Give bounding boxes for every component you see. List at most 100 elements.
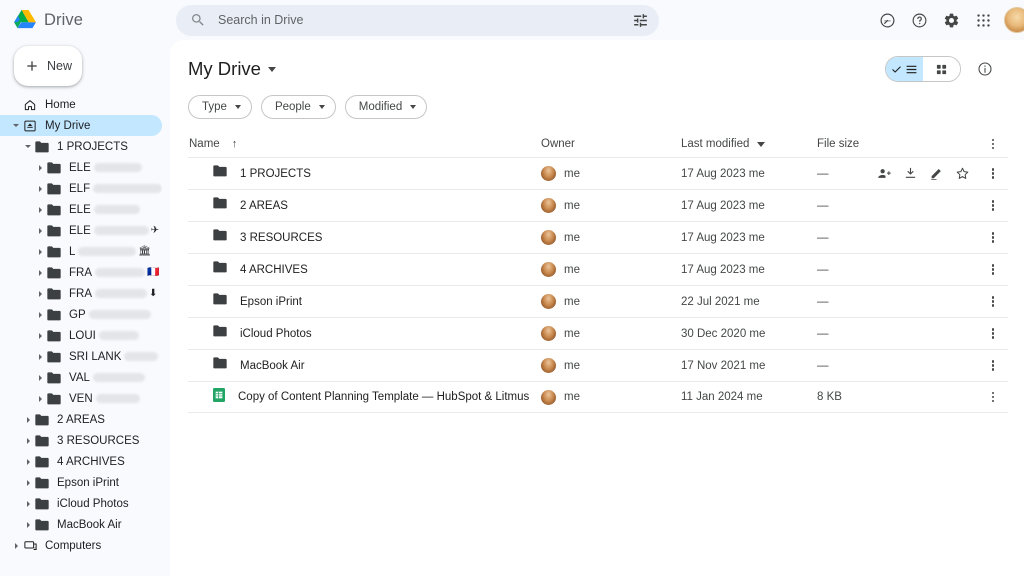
search-input[interactable] [206, 13, 627, 27]
chevron-right-icon[interactable] [34, 227, 46, 234]
table-row[interactable]: 1 PROJECTS me 17 Aug 2023 me — [188, 157, 1008, 189]
chevron-right-icon[interactable] [34, 395, 46, 402]
sidebar-item-loui[interactable]: LOUI [0, 325, 162, 346]
cell-last-modified: 11 Jan 2024 me [681, 391, 763, 403]
chevron-right-icon[interactable] [34, 185, 46, 192]
cell-file-size: — [817, 359, 829, 372]
table-row[interactable]: 3 RESOURCES me 17 Aug 2023 me — [188, 221, 1008, 253]
list-view-button[interactable] [886, 57, 923, 81]
rename-pencil-button[interactable] [924, 162, 948, 186]
sidebar-item-ven[interactable]: VEN [0, 388, 162, 409]
sidebar-item-val[interactable]: VAL [0, 367, 162, 388]
row-more-options-button[interactable] [982, 227, 1004, 249]
help-icon-button[interactable] [904, 5, 934, 35]
sidebar-item-home[interactable]: Home [0, 94, 162, 115]
sidebar-item-label: ELF [69, 182, 90, 195]
settings-gear-icon-button[interactable] [936, 5, 966, 35]
new-button[interactable]: New [14, 46, 82, 86]
cell-actions [978, 259, 1008, 281]
download-button[interactable] [898, 162, 922, 186]
row-more-options-button[interactable] [982, 355, 1004, 377]
sidebar-item-3-resources[interactable]: 3 RESOURCES [0, 430, 162, 451]
activity-icon-button[interactable] [872, 5, 902, 35]
chevron-down-icon[interactable] [10, 124, 22, 127]
column-header-options[interactable] [978, 138, 1008, 150]
table-row[interactable]: Epson iPrint me 22 Jul 2021 me — [188, 285, 1008, 317]
filter-people[interactable]: People [260, 95, 336, 119]
chevron-right-icon[interactable] [34, 332, 46, 339]
sidebar-item-sri-lank[interactable]: SRI LANK [0, 346, 162, 367]
row-more-options-button[interactable] [982, 386, 1004, 408]
chevron-right-icon[interactable] [34, 311, 46, 318]
chevron-right-icon[interactable] [34, 374, 46, 381]
folder-icon [47, 392, 61, 404]
grid-view-button[interactable] [923, 57, 960, 81]
sidebar-item-l[interactable]: L 🏛 [0, 241, 162, 262]
drive-brand[interactable]: Drive [0, 10, 170, 30]
row-more-options-button[interactable] [982, 323, 1004, 345]
more-options-icon [991, 264, 995, 275]
folder-icon [213, 357, 227, 369]
sidebar-item-icloud-photos[interactable]: iCloud Photos [0, 493, 162, 514]
apps-grid-icon-button[interactable] [968, 5, 998, 35]
filter-type[interactable]: Type [188, 95, 252, 119]
chevron-right-icon[interactable] [34, 206, 46, 213]
table-row[interactable]: Copy of Content Planning Template — HubS… [188, 381, 1008, 413]
share-button[interactable] [872, 162, 896, 186]
chevron-right-icon[interactable] [34, 269, 46, 276]
more-options-icon [991, 168, 995, 179]
sidebar-item-ele[interactable]: ELE [0, 157, 162, 178]
chevron-right-icon[interactable] [34, 353, 46, 360]
sort-ascending-icon: ↑ [231, 137, 238, 150]
page-title[interactable]: My Drive [188, 58, 276, 80]
search-bar[interactable] [176, 4, 659, 36]
chevron-right-icon[interactable] [22, 458, 34, 465]
chevron-right-icon[interactable] [10, 542, 22, 549]
sidebar-item-label: 1 PROJECTS [57, 140, 128, 153]
sidebar-item-my-drive[interactable]: My Drive [0, 115, 162, 136]
column-header-file-size[interactable]: File size [817, 138, 978, 150]
sidebar-item-4-archives[interactable]: 4 ARCHIVES [0, 451, 162, 472]
sidebar-item-2-areas[interactable]: 2 AREAS [0, 409, 162, 430]
row-more-options-button[interactable] [982, 163, 1004, 185]
column-header-owner[interactable]: Owner [541, 138, 681, 150]
chevron-right-icon[interactable] [22, 437, 34, 444]
row-more-options-button[interactable] [982, 259, 1004, 281]
account-avatar[interactable] [1004, 7, 1024, 33]
sidebar-item-ele[interactable]: ELE ✈ [0, 220, 162, 241]
activity-icon [880, 13, 894, 27]
chevron-right-icon[interactable] [34, 164, 46, 171]
sidebar-item-fra[interactable]: FRA 🇫🇷 [0, 262, 162, 283]
row-more-options-button[interactable] [982, 195, 1004, 217]
chevron-right-icon[interactable] [22, 479, 34, 486]
table-row[interactable]: iCloud Photos me 30 Dec 2020 me — [188, 317, 1008, 349]
sidebar-item-macbook-air[interactable]: MacBook Air [0, 514, 162, 535]
table-row[interactable]: 4 ARCHIVES me 17 Aug 2023 me — [188, 253, 1008, 285]
column-header-name[interactable]: Name ↑ [188, 138, 541, 150]
filter-modified[interactable]: Modified [344, 95, 428, 119]
sidebar-item-gp[interactable]: GP [0, 304, 162, 325]
owner-avatar [541, 166, 556, 181]
sidebar-item-epson-iprint[interactable]: Epson iPrint [0, 472, 162, 493]
chevron-right-icon[interactable] [22, 521, 34, 528]
chevron-right-icon[interactable] [34, 248, 46, 255]
sidebar-item-elf[interactable]: ELF [0, 178, 162, 199]
chevron-right-icon[interactable] [22, 500, 34, 507]
sidebar-item-ele[interactable]: ELE [0, 199, 162, 220]
row-more-options-button[interactable] [982, 291, 1004, 313]
star-button[interactable] [950, 162, 974, 186]
cell-owner: me [541, 262, 681, 277]
sidebar-item-1-projects[interactable]: 1 PROJECTS [0, 136, 162, 157]
table-row[interactable]: MacBook Air me 17 Nov 2021 me — [188, 349, 1008, 381]
sidebar-item-computers[interactable]: Computers [0, 535, 162, 556]
column-header-last-modified[interactable]: Last modified [681, 138, 817, 150]
table-row[interactable]: 2 AREAS me 17 Aug 2023 me — [188, 189, 1008, 221]
search-filter-tune-button[interactable] [627, 7, 653, 33]
chevron-right-icon[interactable] [22, 416, 34, 423]
sidebar-item-fra[interactable]: FRA ⬇ [0, 283, 162, 304]
sidebar-item-label: 2 AREAS [57, 413, 105, 426]
table-header-row: Name ↑ Owner Last modified File size [188, 135, 1008, 157]
chevron-down-icon[interactable] [22, 145, 34, 148]
details-info-button[interactable] [970, 54, 1000, 84]
chevron-right-icon[interactable] [34, 290, 46, 297]
